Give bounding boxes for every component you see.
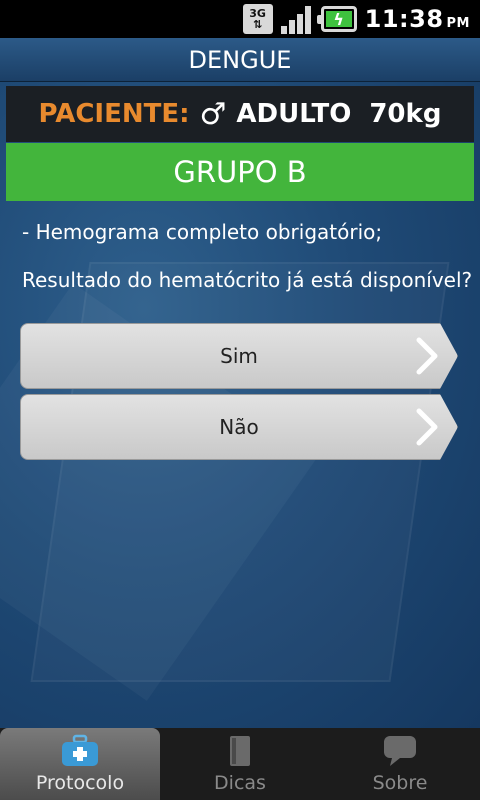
info-text: - Hemograma completo obrigatório; xyxy=(22,220,383,244)
male-icon: ♂ xyxy=(199,96,227,132)
patient-age-group: ADULTO xyxy=(236,99,352,129)
question-text: Resultado do hematócrito já está disponí… xyxy=(22,268,473,292)
patient-label: PACIENTE: xyxy=(38,99,190,129)
book-icon xyxy=(230,736,250,766)
bottom-tab-bar: Protocolo Dicas Sobre xyxy=(0,728,480,800)
chevron-right-icon xyxy=(416,337,438,375)
clock: 11:38 PM xyxy=(365,5,470,33)
yes-button[interactable]: Sim xyxy=(20,323,458,389)
battery-charging-icon: ϟ xyxy=(316,6,357,32)
patient-header: PACIENTE: ♂ ADULTO 70kg xyxy=(6,86,474,142)
clock-time: 11:38 xyxy=(364,5,444,33)
no-button-label: Não xyxy=(219,415,259,439)
tab-sobre[interactable]: Sobre xyxy=(320,728,480,800)
clock-ampm: PM xyxy=(446,16,470,31)
signal-strength-icon xyxy=(280,4,313,34)
chevron-right-icon xyxy=(416,408,438,446)
network-3g-icon: 3G ⇅ xyxy=(242,4,273,34)
yes-button-label: Sim xyxy=(220,344,258,368)
tab-protocolo[interactable]: Protocolo xyxy=(0,728,160,800)
tab-sobre-label: Sobre xyxy=(372,772,428,794)
tab-dicas[interactable]: Dicas xyxy=(160,728,320,800)
tab-protocolo-label: Protocolo xyxy=(35,772,125,794)
data-arrows-icon: ⇅ xyxy=(253,18,263,31)
no-button[interactable]: Não xyxy=(20,394,458,460)
app-title: DENGUE xyxy=(188,45,292,74)
group-label: GRUPO B xyxy=(173,155,307,189)
group-banner: GRUPO B xyxy=(6,143,474,201)
patient-weight: 70kg xyxy=(369,99,442,129)
status-bar: 3G ⇅ ϟ 11:38 PM xyxy=(0,0,480,38)
speech-bubble-icon xyxy=(384,736,416,766)
app-title-bar: DENGUE xyxy=(0,38,480,82)
tab-dicas-label: Dicas xyxy=(214,772,266,794)
medical-kit-icon xyxy=(62,734,98,766)
